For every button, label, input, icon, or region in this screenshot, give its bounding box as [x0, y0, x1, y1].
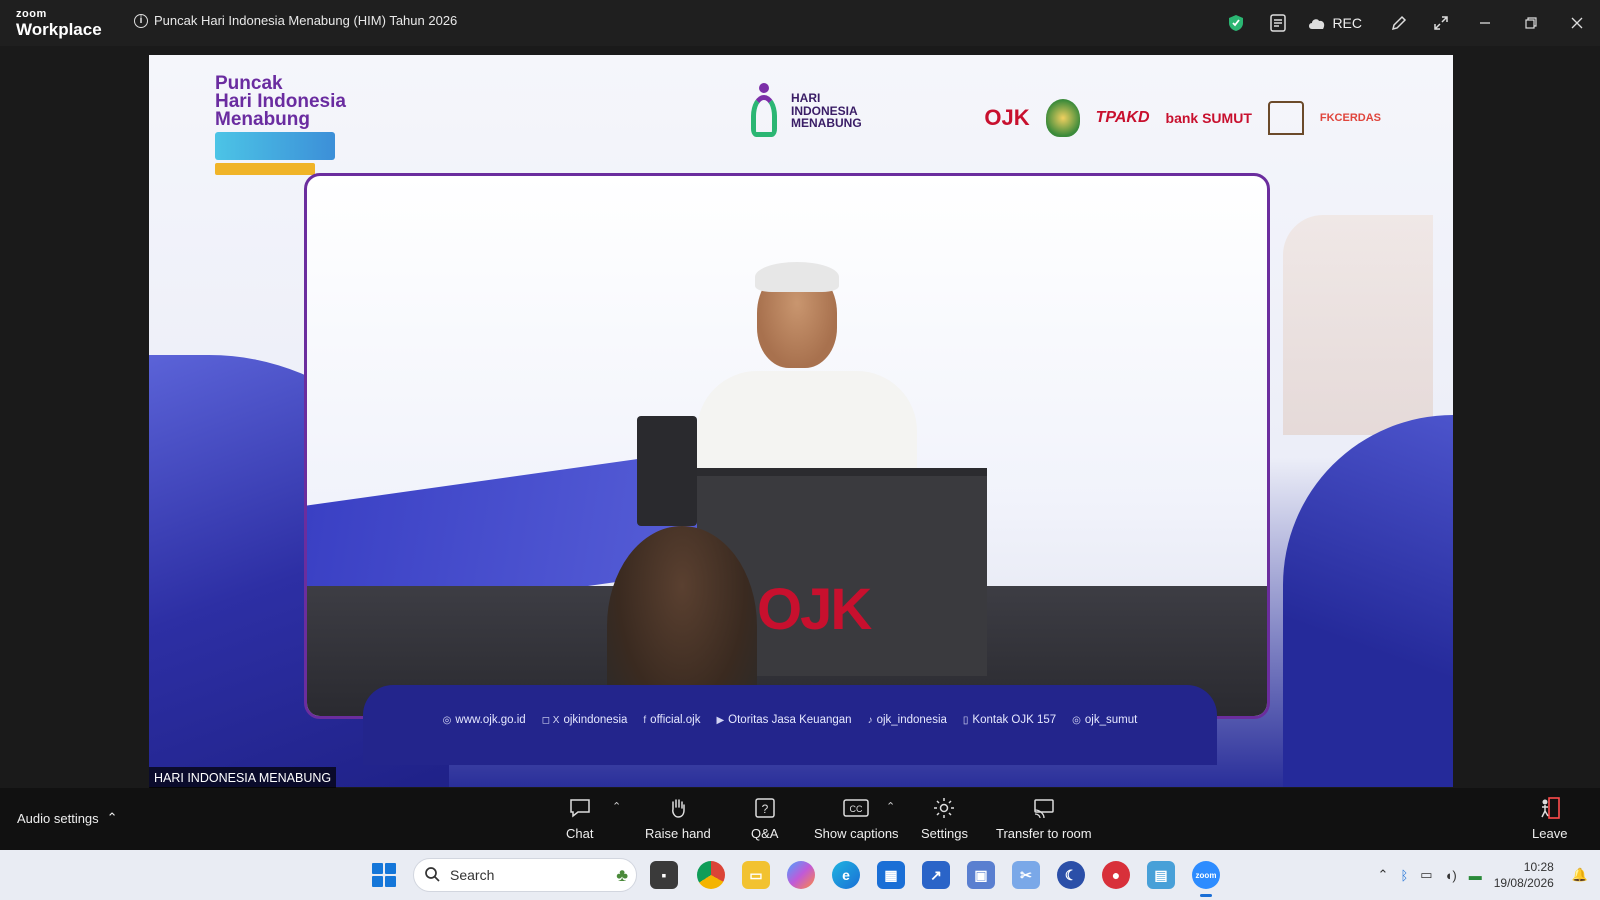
file-explorer-icon[interactable]: ▭	[742, 861, 770, 889]
tpakd-logo: TPAKD	[1095, 109, 1150, 126]
info-icon[interactable]: i	[134, 13, 148, 28]
chat-options-chevron-icon[interactable]: ⌃	[612, 800, 621, 813]
fkcerdas-logo: FKCERDAS	[1319, 112, 1381, 124]
bluetooth-icon[interactable]: ᛒ	[1400, 868, 1408, 883]
bonsai-tree-icon: ♣	[616, 864, 628, 885]
speaker-video-frame: OJK	[304, 173, 1270, 719]
qa-icon: ?	[754, 796, 776, 820]
svg-text:?: ?	[761, 802, 768, 816]
social-item: ◻ Xojkindonesia	[541, 714, 628, 726]
globe-icon: ◎	[442, 714, 452, 726]
moon-app-icon[interactable]: ☾	[1057, 861, 1085, 889]
start-button[interactable]	[372, 863, 396, 887]
chat-icon	[569, 796, 591, 820]
red-app-icon[interactable]: ●	[1102, 861, 1130, 889]
volume-icon[interactable]: ◖)	[1445, 868, 1457, 883]
minimize-button[interactable]	[1462, 0, 1508, 46]
phone-icon: ▯	[962, 714, 969, 726]
cloud-icon	[1309, 19, 1325, 29]
transfer-icon	[1032, 796, 1056, 820]
restore-button[interactable]	[1508, 0, 1554, 46]
social-item: ▯ Kontak OJK 157	[962, 714, 1057, 726]
sponsor-logos: OJK TPAKD bank SUMUT FKCERDAS	[984, 99, 1381, 137]
copilot-icon[interactable]	[787, 861, 815, 889]
brand-small: zoom	[16, 8, 47, 20]
ojk-logo: OJK	[984, 105, 1030, 130]
leave-door-icon	[1539, 796, 1561, 820]
svg-text:CC: CC	[850, 804, 863, 814]
him-center-logo: HARI INDONESIA MENABUNG	[745, 83, 862, 139]
fullscreen-icon[interactable]	[1426, 8, 1456, 38]
search-icon	[424, 866, 440, 885]
clock-date: 19/08/2026	[1493, 876, 1554, 890]
social-item: f official.ojk	[643, 714, 701, 726]
province-emblem-icon	[1045, 99, 1080, 137]
cc-icon: CC	[843, 796, 870, 820]
taskbar-search[interactable]: Search ♣	[413, 858, 637, 892]
brand-large: Workplace	[16, 20, 102, 39]
rec-label: REC	[1332, 15, 1362, 31]
close-button[interactable]	[1554, 0, 1600, 46]
facebook-icon: f	[643, 714, 647, 726]
bank-sumut-logo: bank SUMUT	[1165, 110, 1252, 126]
shared-video-stage[interactable]: Puncak Hari Indonesia Menabung HARI INDO…	[149, 55, 1453, 787]
audio-settings-button[interactable]: Audio settings ⌃	[17, 810, 118, 826]
video-area[interactable]: Puncak Hari Indonesia Menabung HARI INDO…	[0, 46, 1600, 789]
podium-logo: OJK	[757, 577, 872, 642]
network-icon[interactable]: ▭	[1420, 867, 1432, 883]
qa-button[interactable]: ? Q&A	[751, 796, 778, 841]
remote-desktop-icon[interactable]: ▣	[967, 861, 995, 889]
search-placeholder: Search	[450, 867, 495, 883]
annotate-pen-icon[interactable]	[1384, 8, 1414, 38]
decorative-building	[1283, 215, 1433, 435]
chevron-up-icon[interactable]: ⌃	[1378, 867, 1389, 883]
clock-time: 10:28	[1523, 859, 1554, 874]
store-icon[interactable]: ▦	[877, 861, 905, 889]
chevron-up-icon[interactable]: ⌃	[107, 810, 118, 826]
transfer-to-room-button[interactable]: Transfer to room	[996, 796, 1092, 841]
meeting-title-text: Puncak Hari Indonesia Menabung (HIM) Tah…	[154, 13, 458, 28]
instagram-x-icon: ◻ X	[541, 714, 560, 726]
social-item: ◎ ojk_sumut	[1072, 714, 1138, 726]
security-shield-icon[interactable]	[1221, 8, 1251, 38]
snipping-tool-icon[interactable]: ✂	[1012, 861, 1040, 889]
edge-icon[interactable]: e	[832, 861, 860, 889]
task-view-icon[interactable]: ▪	[650, 861, 678, 889]
social-links-bar: ◎ www.ojk.go.id ◻ Xojkindonesia f official…	[363, 685, 1217, 765]
hand-icon	[668, 796, 688, 820]
raise-hand-button[interactable]: Raise hand	[645, 796, 711, 841]
social-item: ▶ Otoritas Jasa Keuangan	[716, 714, 852, 726]
participant-name-tag: HARI INDONESIA MENABUNG	[149, 767, 337, 789]
social-item: ◎ www.ojk.go.id	[442, 714, 526, 726]
gear-icon	[933, 796, 955, 820]
sketch-app-icon[interactable]: ↗	[922, 861, 950, 889]
him-figure-icon	[745, 83, 783, 139]
recording-indicator[interactable]: REC	[1307, 15, 1362, 31]
meeting-title[interactable]: i Puncak Hari Indonesia Menabung (HIM) T…	[134, 13, 457, 28]
meeting-controls-bar: Audio settings ⌃ Chat ⌃ Raise hand ? Q&A…	[0, 788, 1600, 850]
social-item: ♪ ojk_indonesia	[867, 714, 947, 726]
chat-button[interactable]: Chat	[566, 796, 593, 841]
windows-taskbar: Search ♣ ▪ ▭ e ▦ ↗ ▣ ✂ ☾ ● ▤ zoom ⌃ ᛒ ▭ …	[0, 850, 1600, 900]
leave-button[interactable]: Leave	[1532, 796, 1567, 841]
taskbar-clock[interactable]: 10:28 19/08/2026	[1494, 859, 1554, 891]
chrome-icon[interactable]	[697, 861, 725, 889]
captions-options-chevron-icon[interactable]: ⌃	[886, 800, 895, 813]
him-event-logo: Puncak Hari Indonesia Menabung	[215, 74, 375, 176]
camera-icon	[637, 416, 697, 526]
notes-icon[interactable]	[1263, 8, 1293, 38]
instagram-icon: ◎	[1072, 714, 1081, 726]
youtube-icon: ▶	[716, 714, 725, 726]
monitor-app-icon[interactable]: ▤	[1147, 861, 1175, 889]
notification-bell-icon[interactable]: 🔔	[1572, 867, 1588, 883]
zoom-app-icon[interactable]: zoom	[1192, 861, 1220, 897]
tiktok-icon: ♪	[867, 714, 873, 726]
settings-button[interactable]: Settings	[921, 796, 968, 841]
school-emblem-icon	[1267, 101, 1304, 135]
system-tray: ⌃ ᛒ ▭ ◖) ▬ 10:28 19/08/2026 🔔	[1378, 850, 1588, 900]
battery-icon[interactable]: ▬	[1469, 868, 1482, 883]
zoom-logo: zoom Workplace	[16, 8, 102, 39]
title-bar: zoom Workplace i Puncak Hari Indonesia M…	[0, 0, 1600, 46]
decorative-wave-right	[1283, 415, 1453, 787]
